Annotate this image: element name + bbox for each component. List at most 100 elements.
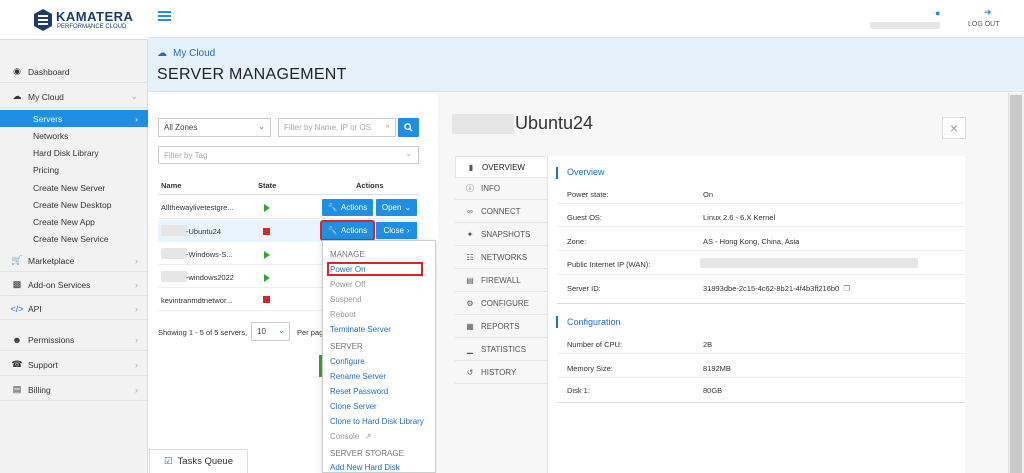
open-button[interactable]: Open ⌄ [376,199,417,216]
sidebar-subitem-create-server[interactable]: Create New Server [0,179,148,196]
file-icon: ▮ [468,162,474,172]
actions-button[interactable]: 🔧 Actions [322,199,373,216]
logo[interactable]: KAMATERA PERFORMANCE CLOUD [0,0,148,40]
sidebar-item-dashboard[interactable]: ◉ Dashboard [0,61,148,83]
menu-item-power-on[interactable]: Power On [330,265,366,274]
value-memory: 8192MB [703,364,731,373]
menu-item-clone-to-library[interactable]: Clone to Hard Disk Library [330,417,424,426]
logout-icon[interactable]: ➜ [984,7,992,18]
report-icon: ▦ [466,322,474,331]
top-bar: ● ➜ LOG OUT [148,0,1024,38]
sidebar-item-api[interactable]: </> API › [0,298,148,320]
sidebar-subitem-hard-disk-library[interactable]: Hard Disk Library [0,144,148,161]
sidebar-item-marketplace[interactable]: 🛒 Marketplace › [0,250,148,272]
server-name[interactable]: -windows2022 [186,273,234,282]
sidebar-subitem-create-app[interactable]: Create New App [0,213,148,230]
tab-info[interactable]: ⓘ INFO [455,178,547,200]
tab-label: CONNECT [481,207,521,216]
section-marker [556,167,558,179]
tag-filter-select[interactable]: Filter by Tag ⌄ [158,146,419,164]
menu-item-clone-server[interactable]: Clone Server [330,402,377,411]
tab-statistics[interactable]: ▁ STATISTICS [455,339,547,361]
state-running-icon [264,251,270,259]
headset-icon: ☎ [11,359,23,369]
tab-networks[interactable]: ☷ NETWORKS [455,247,547,269]
section-marker [556,316,558,328]
copy-icon[interactable]: ❐ [843,284,850,293]
search-input[interactable]: Filter by Name, IP or OS × [278,118,396,137]
sidebar-item-label: Permissions [28,334,75,345]
cloud-icon: ☁ [157,48,167,59]
server-name[interactable]: -Windows-S... [186,250,233,259]
close-icon[interactable]: × [942,117,966,139]
tab-configure[interactable]: ⚙ CONFIGURE [455,293,547,315]
sidebar-item-permissions[interactable]: ☻ Permissions › [0,329,148,351]
menu-item-reset-password[interactable]: Reset Password [330,387,388,396]
checkbox-icon: ☑ [164,456,173,467]
menu-item-add-hard-disk[interactable]: Add New Hard Disk [330,463,400,472]
logout-button[interactable]: LOG OUT [968,21,1000,28]
chevron-down-icon: ⌄ [258,122,265,131]
sidebar-item-billing[interactable]: ▤ Billing › [0,379,148,401]
tasks-queue-tab[interactable]: ☑ Tasks Queue [149,449,248,473]
sidebar-subitem-label: Hard Disk Library [33,147,99,158]
menu-item-console-label: Console [330,432,360,441]
column-header-name[interactable]: Name [161,181,181,190]
sidebar-item-my-cloud[interactable]: ☁ My Cloud ⌄ [0,86,148,108]
sidebar-subitem-create-service[interactable]: Create New Service [0,230,148,247]
actions-dropdown-menu: MANAGE Power On Power Off Suspend Reboot… [322,240,436,473]
menu-item-configure[interactable]: Configure [330,357,365,366]
menu-item-rename-server[interactable]: Rename Server [330,372,386,381]
configuration-title: Configuration [567,317,621,327]
column-header-state[interactable]: State [258,181,276,190]
sidebar-item-support[interactable]: ☎ Support › [0,354,148,376]
breadcrumb-parent-link[interactable]: My Cloud [173,48,215,59]
menu-item-reboot: Reboot [330,310,356,319]
sidebar-subitem-create-desktop[interactable]: Create New Desktop [0,196,148,213]
hamburger-menu-icon[interactable] [158,11,171,21]
sidebar-item-label: Dashboard [28,66,70,77]
search-button[interactable] [398,118,419,137]
chevron-right-icon: › [135,334,138,345]
sidebar-subitem-servers[interactable]: Servers › [0,110,148,127]
sidebar-subitem-label: Servers [33,113,63,124]
search-icon [404,123,413,132]
actions-button-label: Actions [340,203,368,212]
link-icon: ∞ [467,207,473,216]
value-zone: AS - Hong Kong, China, Asia [703,237,800,246]
sidebar-subitem-networks[interactable]: Networks [0,127,148,144]
tab-reports[interactable]: ▦ REPORTS [455,316,547,338]
user-name-redacted [870,22,940,29]
tab-history[interactable]: ↺ HISTORY [455,362,547,384]
tab-overview[interactable]: ▮ OVERVIEW [455,156,547,178]
tab-firewall[interactable]: ▤ FIREWALL [455,270,547,292]
menu-item-console: Console ↗ [330,432,371,441]
close-button[interactable]: Close › [376,222,417,239]
per-page-select[interactable]: 10 ⌄ [251,322,290,341]
sidebar-item-addon-services[interactable]: ▩ Add-on Services › [0,274,148,296]
server-name[interactable]: Allthewaylivetestgre... [161,203,234,212]
server-name[interactable]: -Ubuntu24 [186,227,221,236]
server-name-prefix-redacted [161,248,187,259]
clear-icon[interactable]: × [385,122,390,131]
sidebar-item-label: Billing [28,384,51,395]
card-icon: ▤ [12,384,22,394]
state-stopped-icon [263,296,270,303]
user-icon[interactable]: ● [935,8,940,18]
tab-connect[interactable]: ∞ CONNECT [455,201,547,223]
detail-server-name: Ubuntu24 [515,113,594,133]
label-memory: Memory Size: [567,364,613,373]
sidebar-subitem-pricing[interactable]: Pricing [0,161,148,178]
sidebar-subitem-label: Create New Server [33,182,106,193]
server-name[interactable]: kevintranmdtnetwor... [161,296,232,305]
value-disk-1: 80GB [703,386,723,395]
chevron-right-icon: › [135,255,138,266]
menu-item-terminate-server[interactable]: Terminate Server [330,325,391,334]
scrollbar-thumb[interactable] [1010,95,1022,473]
zone-select[interactable]: All Zones ⌄ [158,118,271,137]
breadcrumb-bar: ☁ My Cloud SERVER MANAGEMENT [148,38,1024,92]
sidebar-item-label: Support [28,359,58,370]
actions-button-highlighted[interactable]: 🔧 Actions [320,220,375,241]
tab-snapshots[interactable]: ✦ SNAPSHOTS [455,224,547,246]
value-cpu: 2B [703,340,713,349]
